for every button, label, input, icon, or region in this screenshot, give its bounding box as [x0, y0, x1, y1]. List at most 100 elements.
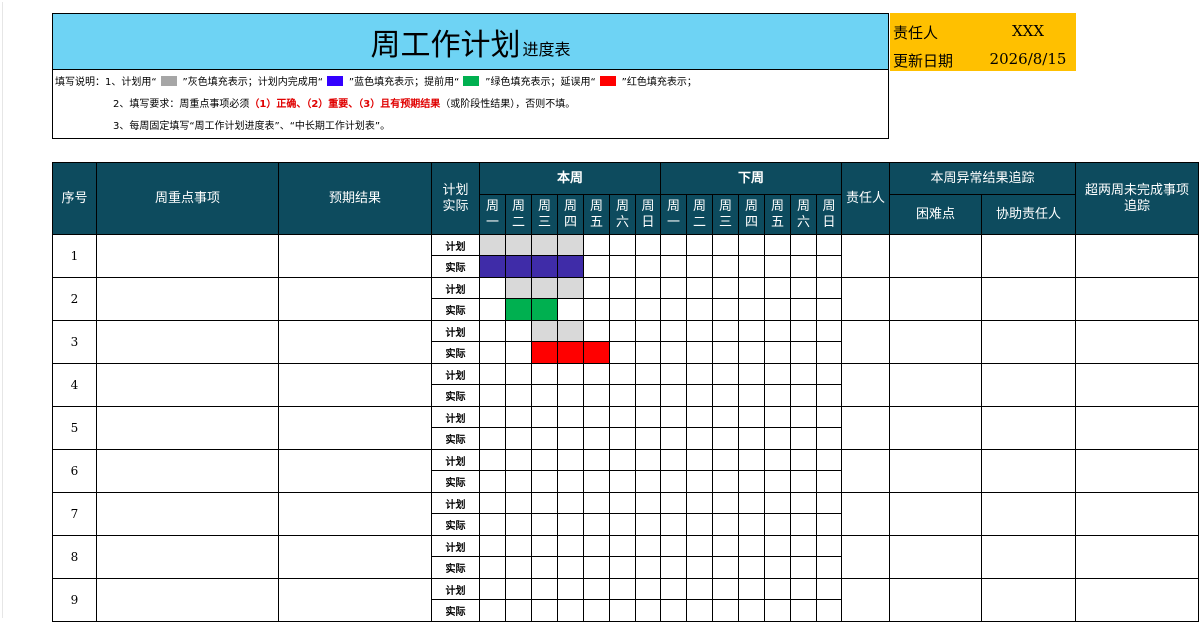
plan-day-cell[interactable]	[816, 492, 842, 514]
plan-day-cell[interactable]	[764, 406, 791, 428]
plan-day-cell[interactable]	[660, 578, 687, 600]
plan-day-cell[interactable]	[479, 320, 506, 342]
actual-day-cell[interactable]	[635, 255, 661, 278]
actual-day-cell[interactable]	[712, 341, 739, 364]
actual-day-cell[interactable]	[583, 298, 610, 321]
actual-day-cell[interactable]	[764, 427, 791, 450]
plan-day-cell[interactable]	[686, 535, 713, 557]
actual-day-cell[interactable]	[738, 470, 765, 493]
difficulty-cell[interactable]	[889, 363, 982, 407]
plan-day-cell[interactable]	[609, 492, 636, 514]
helper-cell[interactable]	[981, 578, 1076, 622]
plan-day-cell[interactable]	[790, 578, 817, 600]
focus-cell[interactable]	[96, 535, 279, 579]
actual-day-cell[interactable]	[660, 470, 687, 493]
actual-day-cell[interactable]	[505, 298, 532, 321]
expected-cell[interactable]	[278, 363, 432, 407]
actual-day-cell[interactable]	[712, 384, 739, 407]
plan-day-cell[interactable]	[660, 535, 687, 557]
actual-day-cell[interactable]	[816, 556, 842, 579]
owner-cell[interactable]	[841, 449, 890, 493]
plan-day-cell[interactable]	[790, 449, 817, 471]
plan-day-cell[interactable]	[738, 449, 765, 471]
plan-day-cell[interactable]	[635, 234, 661, 256]
plan-day-cell[interactable]	[557, 234, 584, 256]
actual-day-cell[interactable]	[660, 599, 687, 622]
actual-day-cell[interactable]	[686, 427, 713, 450]
plan-day-cell[interactable]	[609, 535, 636, 557]
actual-day-cell[interactable]	[712, 255, 739, 278]
plan-day-cell[interactable]	[816, 535, 842, 557]
actual-day-cell[interactable]	[583, 427, 610, 450]
plan-day-cell[interactable]	[531, 406, 558, 428]
plan-day-cell[interactable]	[686, 578, 713, 600]
plan-day-cell[interactable]	[583, 363, 610, 385]
actual-day-cell[interactable]	[790, 470, 817, 493]
plan-day-cell[interactable]	[660, 449, 687, 471]
difficulty-cell[interactable]	[889, 578, 982, 622]
focus-cell[interactable]	[96, 320, 279, 364]
plan-day-cell[interactable]	[505, 535, 532, 557]
plan-day-cell[interactable]	[816, 277, 842, 299]
plan-day-cell[interactable]	[531, 363, 558, 385]
helper-cell[interactable]	[981, 277, 1076, 321]
focus-cell[interactable]	[96, 492, 279, 536]
actual-day-cell[interactable]	[686, 599, 713, 622]
plan-day-cell[interactable]	[531, 234, 558, 256]
actual-day-cell[interactable]	[764, 599, 791, 622]
actual-day-cell[interactable]	[479, 427, 506, 450]
plan-day-cell[interactable]	[738, 406, 765, 428]
actual-day-cell[interactable]	[790, 599, 817, 622]
actual-day-cell[interactable]	[479, 298, 506, 321]
plan-day-cell[interactable]	[583, 234, 610, 256]
actual-day-cell[interactable]	[557, 255, 584, 278]
actual-day-cell[interactable]	[764, 513, 791, 536]
plan-day-cell[interactable]	[635, 492, 661, 514]
plan-day-cell[interactable]	[609, 363, 636, 385]
actual-day-cell[interactable]	[660, 255, 687, 278]
actual-day-cell[interactable]	[816, 599, 842, 622]
actual-day-cell[interactable]	[609, 384, 636, 407]
overdue-cell[interactable]	[1075, 363, 1199, 407]
plan-day-cell[interactable]	[660, 234, 687, 256]
actual-day-cell[interactable]	[635, 427, 661, 450]
actual-day-cell[interactable]	[505, 513, 532, 536]
actual-day-cell[interactable]	[505, 470, 532, 493]
difficulty-cell[interactable]	[889, 492, 982, 536]
actual-day-cell[interactable]	[635, 298, 661, 321]
plan-day-cell[interactable]	[479, 449, 506, 471]
actual-day-cell[interactable]	[505, 599, 532, 622]
helper-cell[interactable]	[981, 449, 1076, 493]
plan-day-cell[interactable]	[583, 449, 610, 471]
actual-day-cell[interactable]	[790, 513, 817, 536]
actual-day-cell[interactable]	[557, 298, 584, 321]
actual-day-cell[interactable]	[479, 384, 506, 407]
actual-day-cell[interactable]	[609, 298, 636, 321]
difficulty-cell[interactable]	[889, 320, 982, 364]
plan-day-cell[interactable]	[686, 363, 713, 385]
plan-day-cell[interactable]	[583, 320, 610, 342]
actual-day-cell[interactable]	[479, 255, 506, 278]
plan-day-cell[interactable]	[557, 449, 584, 471]
plan-day-cell[interactable]	[790, 234, 817, 256]
plan-day-cell[interactable]	[505, 449, 532, 471]
plan-day-cell[interactable]	[712, 535, 739, 557]
actual-day-cell[interactable]	[738, 427, 765, 450]
plan-day-cell[interactable]	[479, 363, 506, 385]
plan-day-cell[interactable]	[557, 492, 584, 514]
actual-day-cell[interactable]	[505, 255, 532, 278]
plan-day-cell[interactable]	[531, 449, 558, 471]
actual-day-cell[interactable]	[557, 513, 584, 536]
plan-day-cell[interactable]	[609, 406, 636, 428]
plan-day-cell[interactable]	[790, 406, 817, 428]
overdue-cell[interactable]	[1075, 578, 1199, 622]
expected-cell[interactable]	[278, 277, 432, 321]
actual-day-cell[interactable]	[738, 556, 765, 579]
plan-day-cell[interactable]	[712, 363, 739, 385]
overdue-cell[interactable]	[1075, 234, 1199, 278]
actual-day-cell[interactable]	[583, 384, 610, 407]
actual-day-cell[interactable]	[531, 513, 558, 536]
overdue-cell[interactable]	[1075, 320, 1199, 364]
plan-day-cell[interactable]	[738, 578, 765, 600]
plan-day-cell[interactable]	[790, 363, 817, 385]
